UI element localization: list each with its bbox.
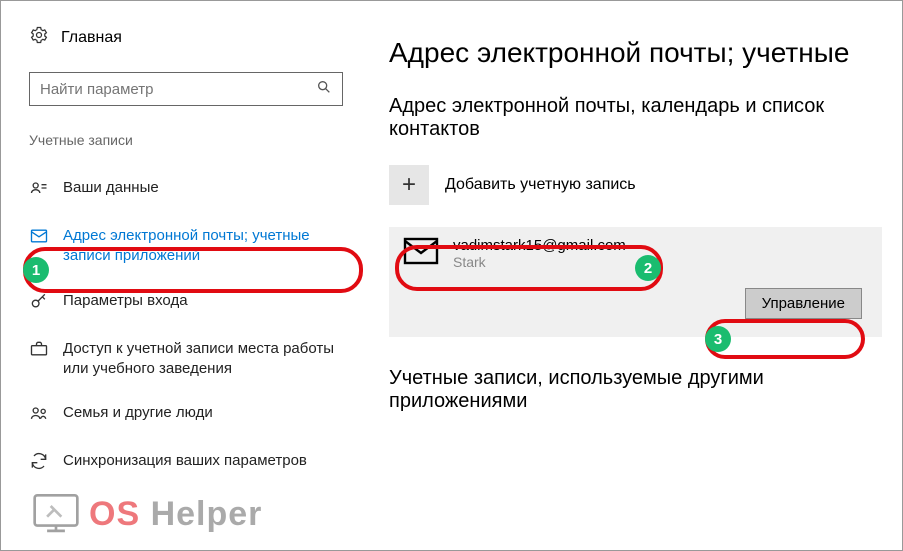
nav-label: Синхронизация ваших параметров <box>63 451 307 471</box>
nav-item-family[interactable]: Семья и другие люди <box>29 391 343 439</box>
nav-item-email-accounts[interactable]: Адрес электронной почты; учетные записи … <box>29 214 343 279</box>
mail-icon <box>29 226 49 250</box>
section-heading-email: Адрес электронной почты, календарь и спи… <box>389 95 882 141</box>
nav-label: Семья и другие люди <box>63 403 213 423</box>
sidebar: Главная Учетные записи Ваши данные <box>1 1 359 550</box>
search-input[interactable] <box>40 81 303 98</box>
envelope-icon <box>403 237 439 270</box>
nav-item-work-access[interactable]: Доступ к учетной записи места работы или… <box>29 327 343 392</box>
main-panel: Адрес электронной почты; учетные Адрес э… <box>359 1 902 550</box>
search-input-container[interactable] <box>29 72 343 106</box>
key-icon <box>29 291 49 315</box>
gear-icon <box>29 25 49 50</box>
nav-item-your-info[interactable]: Ваши данные <box>29 166 343 214</box>
account-email: vadimstark15@gmail.com <box>453 237 626 254</box>
account-name: Stark <box>453 254 626 270</box>
nav-label: Адрес электронной почты; учетные записи … <box>63 226 343 267</box>
watermark-helper: Helper <box>151 495 263 533</box>
nav-item-signin-options[interactable]: Параметры входа <box>29 279 343 327</box>
sync-icon <box>29 451 49 475</box>
nav-label: Доступ к учетной записи места работы или… <box>63 339 343 380</box>
page-title: Адрес электронной почты; учетные <box>389 37 882 69</box>
watermark: OS Helper <box>29 490 262 538</box>
plus-icon: + <box>389 165 429 205</box>
account-card[interactable]: vadimstark15@gmail.com Stark Управление <box>389 227 882 337</box>
manage-button[interactable]: Управление <box>745 288 862 319</box>
search-icon <box>316 79 332 100</box>
section-label: Учетные записи <box>29 132 343 148</box>
home-label: Главная <box>61 29 122 47</box>
person-card-icon <box>29 178 49 202</box>
section-heading-other-apps: Учетные записи, используемые другими при… <box>389 367 882 413</box>
home-link[interactable]: Главная <box>29 25 343 50</box>
watermark-os: OS <box>89 495 140 533</box>
briefcase-icon <box>29 339 49 363</box>
nav-label: Параметры входа <box>63 291 188 311</box>
add-account-label: Добавить учетную запись <box>445 176 636 194</box>
people-icon <box>29 403 49 427</box>
nav-item-sync[interactable]: Синхронизация ваших параметров <box>29 439 343 487</box>
add-account-button[interactable]: + Добавить учетную запись <box>389 165 882 205</box>
nav-label: Ваши данные <box>63 178 159 198</box>
